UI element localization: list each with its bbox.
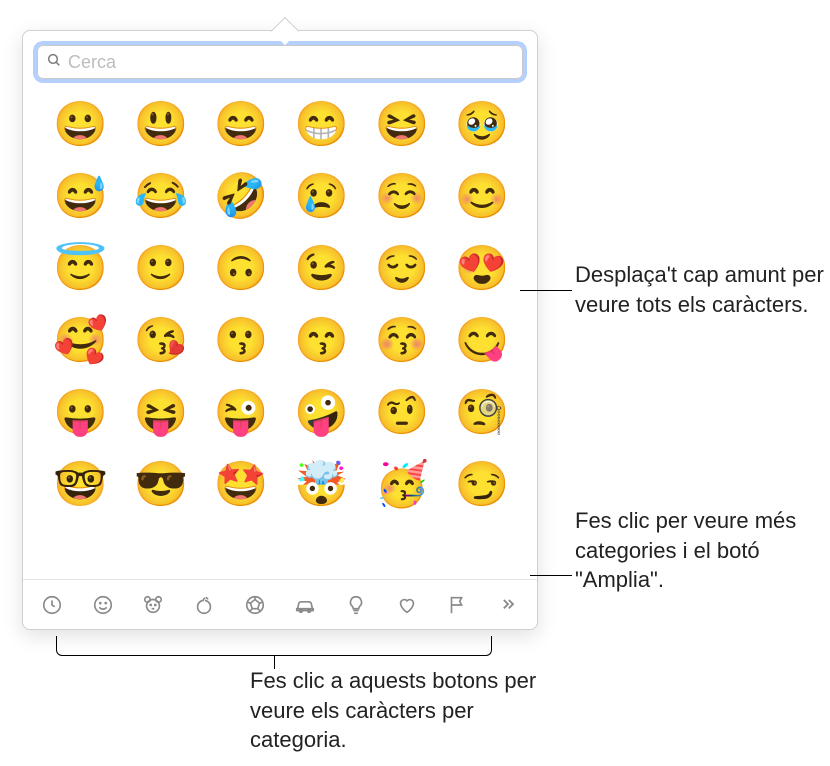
emoji-cell[interactable]: 😃 [133, 99, 185, 151]
bracket-stem [274, 655, 275, 669]
emoji-cell[interactable]: 😝 [133, 387, 185, 439]
emoji-cell[interactable]: 😅 [53, 171, 105, 223]
emoji-cell[interactable]: 😛 [53, 387, 105, 439]
category-toolbar [23, 579, 537, 629]
callout-expand: Fes clic per veure més categories i el b… [575, 506, 825, 595]
emoji-cell[interactable]: 😉 [294, 243, 346, 295]
emoji-cell[interactable]: 😊 [455, 171, 507, 223]
emoji-cell[interactable]: 😀 [53, 99, 105, 151]
character-viewer-popover: 😀 😃 😄 😁 😆 🥹 😅 😂 🤣 😢 ☺️ 😊 😇 🙂 🙃 😉 😌 😍 🥰 😘 😗 😙 😚 😋 😛 😝 😜 🤪 🤨 🧐 🤓 😎 🤩 🤯 🥳 😏 [22, 30, 538, 630]
emoji-grid[interactable]: 😀 😃 😄 😁 😆 🥹 😅 😂 🤣 😢 ☺️ 😊 😇 🙂 🙃 😉 😌 😍 🥰 😘 😗 😙 😚 😋 😛 😝 😜 🤪 🤨 🧐 🤓 😎 🤩 🤯 🥳 😏 [23, 87, 537, 579]
emoji-cell[interactable]: 😏 [455, 459, 507, 511]
food-icon[interactable] [189, 590, 219, 620]
emoji-cell[interactable]: 😘 [133, 315, 185, 367]
activity-icon[interactable] [240, 590, 270, 620]
lead-line [530, 575, 572, 576]
animals-icon[interactable] [138, 590, 168, 620]
emoji-cell[interactable]: 🤪 [294, 387, 346, 439]
emoji-cell[interactable]: 😍 [455, 243, 507, 295]
emoji-cell[interactable]: 😁 [294, 99, 346, 151]
emoji-cell[interactable]: 🥳 [374, 459, 426, 511]
emoji-cell[interactable]: 🙂 [133, 243, 185, 295]
travel-icon[interactable] [290, 590, 320, 620]
emoji-cell[interactable]: 😂 [133, 171, 185, 223]
emoji-cell[interactable]: 🧐 [455, 387, 507, 439]
emoji-cell[interactable]: 🥹 [455, 99, 507, 151]
emoji-cell[interactable]: 😗 [214, 315, 266, 367]
smileys-icon[interactable] [88, 590, 118, 620]
search-icon [46, 52, 62, 73]
emoji-cell[interactable]: 😢 [294, 171, 346, 223]
emoji-cell[interactable]: 🤣 [214, 171, 266, 223]
recent-icon[interactable] [37, 590, 67, 620]
emoji-cell[interactable]: 😎 [133, 459, 185, 511]
emoji-cell[interactable]: 🤓 [53, 459, 105, 511]
lead-line [520, 290, 572, 291]
emoji-cell[interactable]: 😄 [214, 99, 266, 151]
callout-scroll: Desplaça't cap amunt per veure tots els … [575, 260, 825, 319]
emoji-cell[interactable]: 😇 [53, 243, 105, 295]
search-input[interactable] [68, 52, 514, 73]
emoji-cell[interactable]: 🤩 [214, 459, 266, 511]
emoji-cell[interactable]: 😚 [374, 315, 426, 367]
category-bracket [56, 636, 492, 656]
emoji-cell[interactable]: 🥰 [53, 315, 105, 367]
emoji-cell[interactable]: 😋 [455, 315, 507, 367]
emoji-cell[interactable]: 🙃 [214, 243, 266, 295]
callout-categories: Fes clic a aquests botons per veure els … [250, 666, 570, 755]
flags-icon[interactable] [442, 590, 472, 620]
emoji-cell[interactable]: 😙 [294, 315, 346, 367]
emoji-cell[interactable]: 😌 [374, 243, 426, 295]
emoji-cell[interactable]: ☺️ [374, 171, 426, 223]
symbols-icon[interactable] [392, 590, 422, 620]
emoji-cell[interactable]: 😆 [374, 99, 426, 151]
expand-icon[interactable] [493, 590, 523, 620]
emoji-cell[interactable]: 🤨 [374, 387, 426, 439]
search-box[interactable] [37, 45, 523, 79]
emoji-cell[interactable]: 😜 [214, 387, 266, 439]
objects-icon[interactable] [341, 590, 371, 620]
emoji-cell[interactable]: 🤯 [294, 459, 346, 511]
